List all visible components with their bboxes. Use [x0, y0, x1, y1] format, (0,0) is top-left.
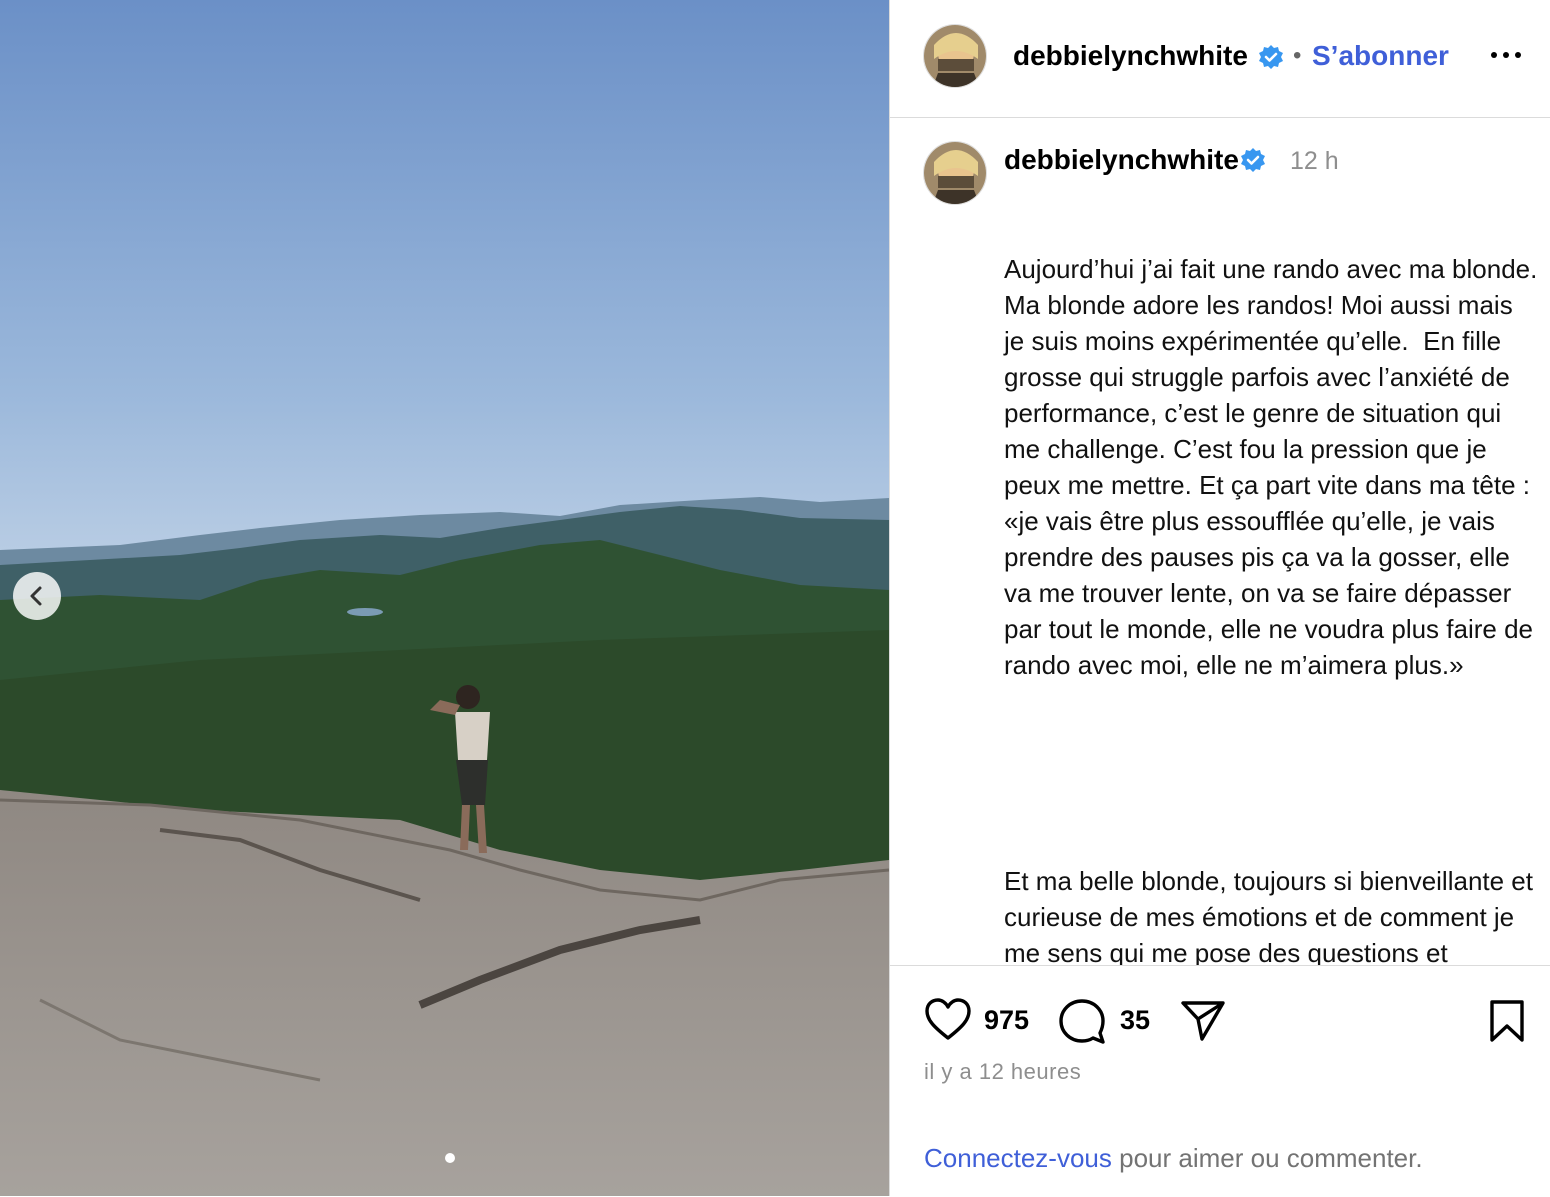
verified-badge-icon: [1240, 147, 1266, 178]
carousel-dot: [445, 1153, 455, 1163]
login-prompt: Connectez-vous pour aimer ou commenter.: [924, 1143, 1423, 1174]
verified-badge-icon: [1258, 44, 1284, 75]
previous-image-button[interactable]: [13, 572, 61, 620]
post-time-ago[interactable]: il y a 12 heures: [924, 1059, 1081, 1085]
post-side-panel: debbielynchwhite • S’abonner debbielynch…: [889, 0, 1550, 1196]
more-options-icon[interactable]: [1488, 40, 1528, 70]
share-icon[interactable]: [1180, 999, 1226, 1043]
caption-avatar[interactable]: [923, 141, 987, 205]
caption-paragraph-2: Et ma belle blonde, toujours si bienveil…: [1004, 866, 1533, 965]
caption-username[interactable]: debbielynchwhite: [1004, 144, 1239, 176]
post-actions: 975 35 il y a 12 heures Connectez-vous p…: [890, 965, 1550, 1197]
landscape-photo: [0, 0, 889, 1196]
avatar-image: [924, 142, 986, 204]
chevron-left-icon: [30, 586, 42, 606]
post-header: debbielynchwhite • S’abonner: [890, 0, 1550, 118]
caption-text: Aujourd’hui j’ai fait une rando avec ma …: [1004, 179, 1539, 965]
avatar[interactable]: [923, 24, 987, 88]
caption-time[interactable]: 12 h: [1290, 147, 1339, 176]
like-count: 975: [984, 1005, 1030, 1035]
follow-button[interactable]: S’abonner: [1312, 40, 1449, 72]
post-media-image: [0, 0, 889, 1196]
separator-dot: •: [1293, 42, 1302, 69]
comment-icon[interactable]: [1058, 997, 1106, 1045]
comment-count: 35: [1120, 1005, 1151, 1035]
heart-icon[interactable]: [924, 997, 972, 1043]
bookmark-icon[interactable]: [1488, 999, 1526, 1043]
avatar-image: [924, 25, 986, 87]
caption-paragraph-1: Aujourd’hui j’ai fait une rando avec ma …: [1004, 254, 1545, 680]
login-link[interactable]: Connectez-vous: [924, 1143, 1112, 1173]
login-prompt-text: pour aimer ou commenter.: [1111, 1143, 1423, 1173]
header-username[interactable]: debbielynchwhite: [1013, 40, 1248, 72]
caption-area: debbielynchwhite 12 h Aujourd’hui j’ai f…: [890, 119, 1550, 965]
